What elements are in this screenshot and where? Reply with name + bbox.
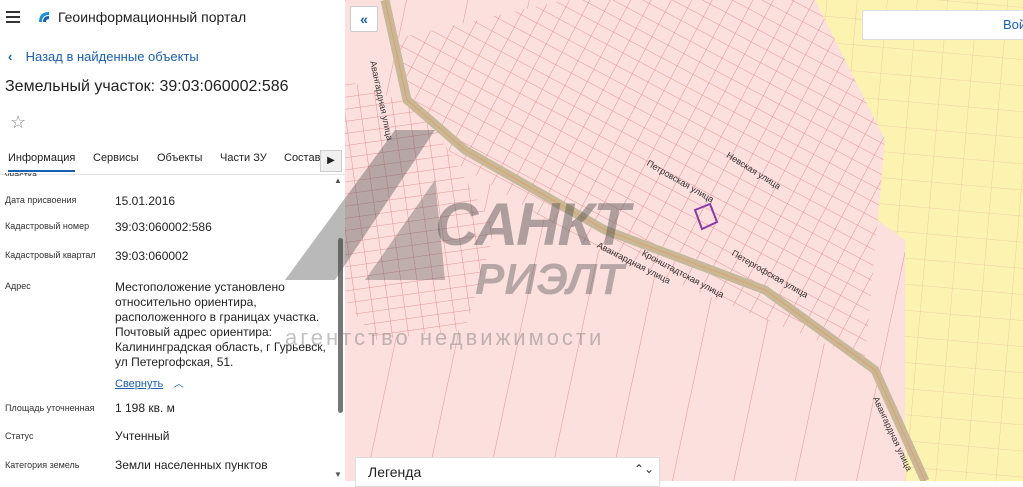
- scrollbar-thumb[interactable]: [338, 238, 343, 413]
- collapse-link[interactable]: Свернуть: [115, 378, 163, 390]
- legend-dropdown[interactable]: Легенда ⌃⌄: [355, 457, 660, 487]
- field-value: 39:03:060002: [115, 249, 189, 263]
- cut-off-label: участка: [5, 170, 37, 176]
- field-value: Учтенный: [115, 429, 170, 443]
- field-value: Земли населенных пунктов: [115, 458, 268, 472]
- scroll-down-icon[interactable]: ▼: [334, 470, 342, 479]
- expand-collapse-icon: ⌃⌄: [634, 462, 655, 476]
- hamburger-menu-icon[interactable]: [6, 11, 20, 23]
- field-label: Кадастровый квартал: [5, 250, 96, 260]
- field-label: Статус: [5, 431, 34, 441]
- field-value: 15.01.2016: [115, 194, 176, 208]
- chevron-left-icon: ‹: [8, 49, 13, 64]
- login-button[interactable]: Вой: [862, 10, 1023, 40]
- favorite-star-icon[interactable]: ☆: [10, 112, 26, 133]
- field-value: 1 198 кв. м: [115, 401, 175, 415]
- back-to-results-link[interactable]: ‹ Назад в найденные объекты: [8, 49, 199, 64]
- info-panel: Геоинформационный портал ‹ Назад в найде…: [0, 0, 346, 481]
- tab-parts[interactable]: Части ЗУ: [220, 152, 267, 164]
- field-label: Кадастровый номер: [5, 221, 90, 231]
- legend-label: Легенда: [368, 464, 422, 480]
- tab-bar: Информация Сервисы Объекты Части ЗУ Сост…: [0, 146, 345, 175]
- back-link-label: Назад в найденные объекты: [25, 49, 199, 64]
- portal-logo-icon: [39, 12, 49, 22]
- collapse-panel-button[interactable]: «: [350, 6, 378, 32]
- app-header: Геоинформационный портал: [0, 0, 345, 36]
- app-title: Геоинформационный портал: [58, 9, 247, 25]
- field-label: Площадь уточненная: [5, 403, 95, 413]
- scrollbar-track[interactable]: [338, 180, 343, 420]
- map-canvas[interactable]: [345, 0, 1023, 481]
- page-title: Земельный участок: 39:03:060002:586: [5, 78, 289, 95]
- login-label: Вой: [1003, 17, 1023, 32]
- tab-services[interactable]: Сервисы: [93, 152, 139, 164]
- collapse-control[interactable]: Свернуть ︿: [115, 374, 184, 392]
- tab-scroll-right-icon[interactable]: ▶: [320, 150, 342, 172]
- tab-information[interactable]: Информация: [8, 152, 76, 172]
- tab-composition[interactable]: Состав: [284, 152, 320, 164]
- field-value: 39:03:060002:586: [115, 220, 212, 234]
- tab-objects[interactable]: Объекты: [157, 152, 202, 164]
- field-label: Категория земель: [5, 460, 80, 470]
- map-view[interactable]: [345, 0, 1023, 481]
- field-label: Адрес: [5, 281, 31, 291]
- field-label: Дата присвоения: [5, 195, 77, 205]
- field-value: Местоположение установлено относительно …: [115, 280, 326, 369]
- chevron-up-icon: ︿: [173, 379, 184, 390]
